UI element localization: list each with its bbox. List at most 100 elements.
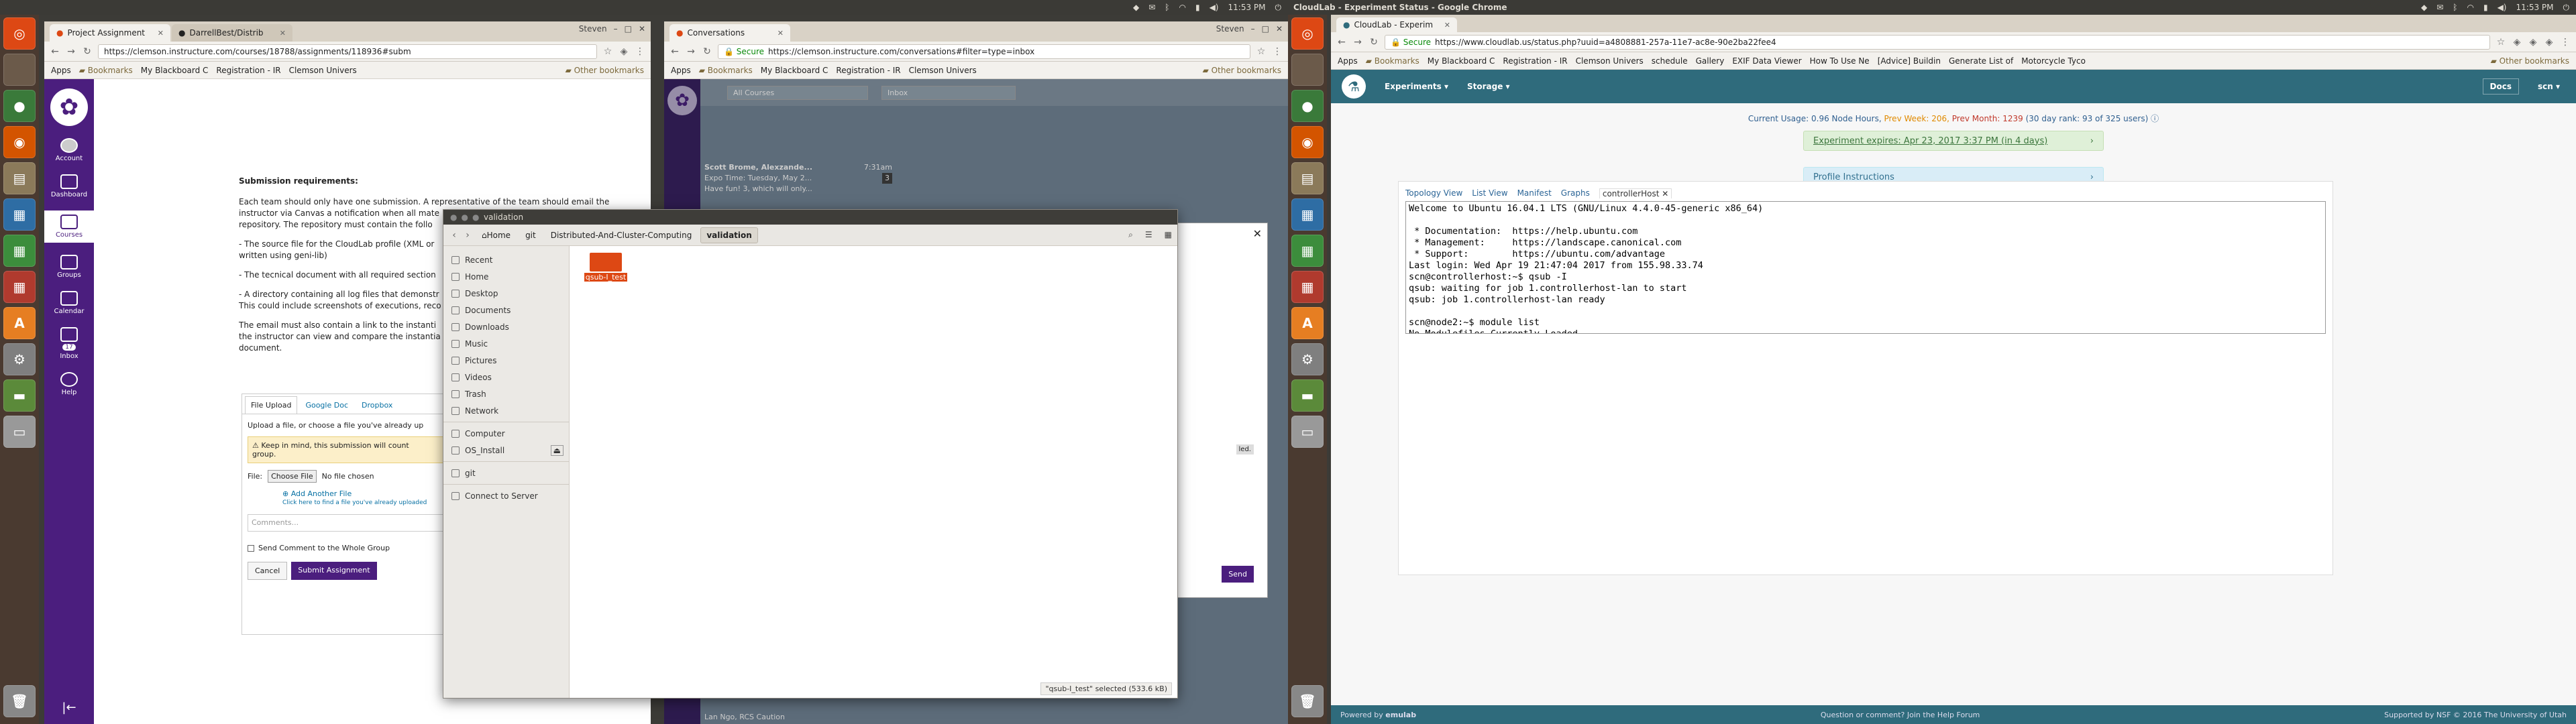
chrome-icon[interactable]: ● <box>3 90 36 122</box>
firefox-icon[interactable]: ◉ <box>3 126 36 158</box>
forward-icon[interactable]: → <box>1352 37 1363 48</box>
extension-icon[interactable]: ◈ <box>2512 37 2522 48</box>
info-icon[interactable]: ⓘ <box>2151 114 2159 123</box>
calc-icon[interactable]: ▦ <box>1291 235 1324 267</box>
tab-graphs[interactable]: Graphs <box>1561 188 1590 198</box>
bookmark-clemson[interactable]: Clemson Univers <box>289 66 357 75</box>
bookmark-registration[interactable]: Registration - IR <box>1503 56 1567 66</box>
back-icon[interactable]: ← <box>50 46 60 57</box>
back-icon[interactable]: ← <box>669 46 680 57</box>
storage-menu[interactable]: Storage ▾ <box>1467 82 1510 91</box>
bookmark-blackboard[interactable]: My Blackboard C <box>1428 56 1495 66</box>
extension-icon[interactable]: ◈ <box>2544 37 2555 48</box>
place-downloads[interactable]: Downloads <box>443 318 569 335</box>
bookmark-folder[interactable]: ▰ Bookmarks <box>1366 56 1419 66</box>
bookmark-gallery[interactable]: Gallery <box>1696 56 1725 66</box>
writer-icon[interactable]: ▦ <box>1291 198 1324 231</box>
wifi-icon[interactable]: ◠ <box>1179 3 1185 12</box>
firefox-icon[interactable]: ◉ <box>1291 126 1324 158</box>
tab-google-doc[interactable]: Google Doc <box>300 397 354 414</box>
bookmark-apps[interactable]: Apps <box>1338 56 1358 66</box>
bookmark-howto[interactable]: How To Use Ne <box>1810 56 1870 66</box>
bookmark-clemson[interactable]: Clemson Univers <box>909 66 977 75</box>
star-icon[interactable]: ☆ <box>602 46 613 57</box>
maximize-icon[interactable]: □ <box>1262 24 1269 34</box>
emulab-logo[interactable]: emulab <box>1385 711 1416 719</box>
impress-icon[interactable]: ▦ <box>1291 271 1324 303</box>
tab-list-view[interactable]: List View <box>1472 188 1507 198</box>
place-home[interactable]: Home <box>443 268 569 285</box>
battery-icon[interactable]: ▮ <box>1195 3 1200 12</box>
mail-icon[interactable]: ✉ <box>2436 3 2443 12</box>
clock[interactable]: 11:53 PM <box>1228 3 1266 12</box>
nav-calendar[interactable]: Calendar <box>54 291 84 315</box>
bookmark-generate[interactable]: Generate List of <box>1949 56 2013 66</box>
tab-controllerhost[interactable]: controllerHost ✕ <box>1599 188 1672 198</box>
close-tab-icon[interactable]: ✕ <box>158 29 164 38</box>
bookmark-apps[interactable]: Apps <box>51 66 71 75</box>
usb-drive-icon[interactable]: ▭ <box>3 416 36 448</box>
place-pictures[interactable]: Pictures <box>443 352 569 369</box>
docs-button[interactable]: Docs <box>2482 78 2519 95</box>
minimize-icon[interactable]: ● <box>461 213 468 222</box>
crumb-validation[interactable]: validation <box>700 227 758 243</box>
url-field[interactable]: 🔒 Secure https://www.cloudlab.us/status.p… <box>1385 34 2490 50</box>
ssh-terminal[interactable]: Welcome to Ubuntu 16.04.1 LTS (GNU/Linux… <box>1405 201 2326 334</box>
send-comment-checkbox[interactable] <box>248 544 254 552</box>
bookmark-advice[interactable]: [Advice] Buildin <box>1878 56 1941 66</box>
bookmark-git[interactable]: git <box>443 465 569 481</box>
crumb-home[interactable]: ⌂Home <box>476 227 517 243</box>
nav-courses[interactable]: Courses <box>44 210 94 243</box>
tab-dropbox[interactable]: Dropbox <box>356 397 398 414</box>
tab-topology-view[interactable]: Topology View <box>1405 188 1462 198</box>
place-desktop[interactable]: Desktop <box>443 285 569 302</box>
nav-account[interactable]: Account <box>56 138 83 162</box>
device-os-install[interactable]: OS_Install ⏏ <box>443 442 569 459</box>
menu-icon[interactable]: ⋮ <box>2560 37 2571 48</box>
place-network[interactable]: Network <box>443 402 569 419</box>
chrome-icon[interactable]: ● <box>1291 90 1324 122</box>
crumb-git[interactable]: git <box>519 227 542 243</box>
send-button[interactable]: Send <box>1222 566 1254 583</box>
close-tab-icon[interactable]: ✕ <box>1662 189 1668 198</box>
clock[interactable]: 11:53 PM <box>2516 3 2554 12</box>
device-computer[interactable]: Computer <box>443 425 569 442</box>
ubuntu-logo-icon[interactable]: ◎ <box>1291 17 1324 50</box>
bookmark-apps[interactable]: Apps <box>671 66 691 75</box>
url-field[interactable]: 🔒 Secure https://clemson.instructure.com/… <box>718 44 1250 59</box>
choose-file-button[interactable]: Choose File <box>268 470 317 483</box>
bookmark-blackboard[interactable]: My Blackboard C <box>761 66 828 75</box>
reload-icon[interactable]: ↻ <box>82 46 93 57</box>
forward-icon[interactable]: → <box>686 46 696 57</box>
star-icon[interactable]: ☆ <box>2496 37 2506 48</box>
extension-icon[interactable]: ◈ <box>619 46 629 57</box>
files-icon[interactable]: ▤ <box>1291 162 1324 194</box>
course-filter-select[interactable]: All Courses <box>727 85 868 100</box>
place-trash[interactable]: Trash <box>443 385 569 402</box>
tab-conversations[interactable]: ● Conversations ✕ <box>669 24 790 42</box>
reload-icon[interactable]: ↻ <box>1368 37 1379 48</box>
minimize-icon[interactable]: – <box>614 24 618 34</box>
bookmark-motorcycle[interactable]: Motorcycle Tyco <box>2021 56 2086 66</box>
bookmark-folder[interactable]: ▰ Bookmarks <box>699 66 753 75</box>
bookmark-schedule[interactable]: schedule <box>1652 56 1688 66</box>
collapse-nav-icon[interactable]: |← <box>62 701 76 715</box>
drive-icon[interactable]: ▬ <box>3 379 36 412</box>
clemson-paw-logo[interactable]: ✿ <box>50 88 88 126</box>
message-item[interactable]: Scott Brome, Alexzande... 7:31am Expo Tim… <box>704 162 892 194</box>
usb-drive-icon[interactable]: ▭ <box>1291 416 1324 448</box>
mail-icon[interactable]: ✉ <box>1148 3 1155 12</box>
place-recent[interactable]: Recent <box>443 251 569 268</box>
nav-dashboard[interactable]: Dashboard <box>51 174 87 198</box>
menu-icon[interactable]: ⋮ <box>635 46 645 57</box>
eject-icon[interactable]: ⏏ <box>550 444 564 456</box>
bluetooth-icon[interactable]: ᛒ <box>1165 3 1169 12</box>
close-tab-icon[interactable]: ✕ <box>777 29 784 38</box>
impress-icon[interactable]: ▦ <box>3 271 36 303</box>
close-tab-icon[interactable]: ✕ <box>1444 21 1450 29</box>
close-window-icon[interactable]: ✕ <box>639 24 645 34</box>
volume-icon[interactable]: ◀) <box>1210 3 1219 12</box>
close-modal-icon[interactable]: ✕ <box>1253 227 1262 240</box>
submit-assignment-button[interactable]: Submit Assignment <box>291 562 377 580</box>
bookmark-registration[interactable]: Registration - IR <box>216 66 280 75</box>
